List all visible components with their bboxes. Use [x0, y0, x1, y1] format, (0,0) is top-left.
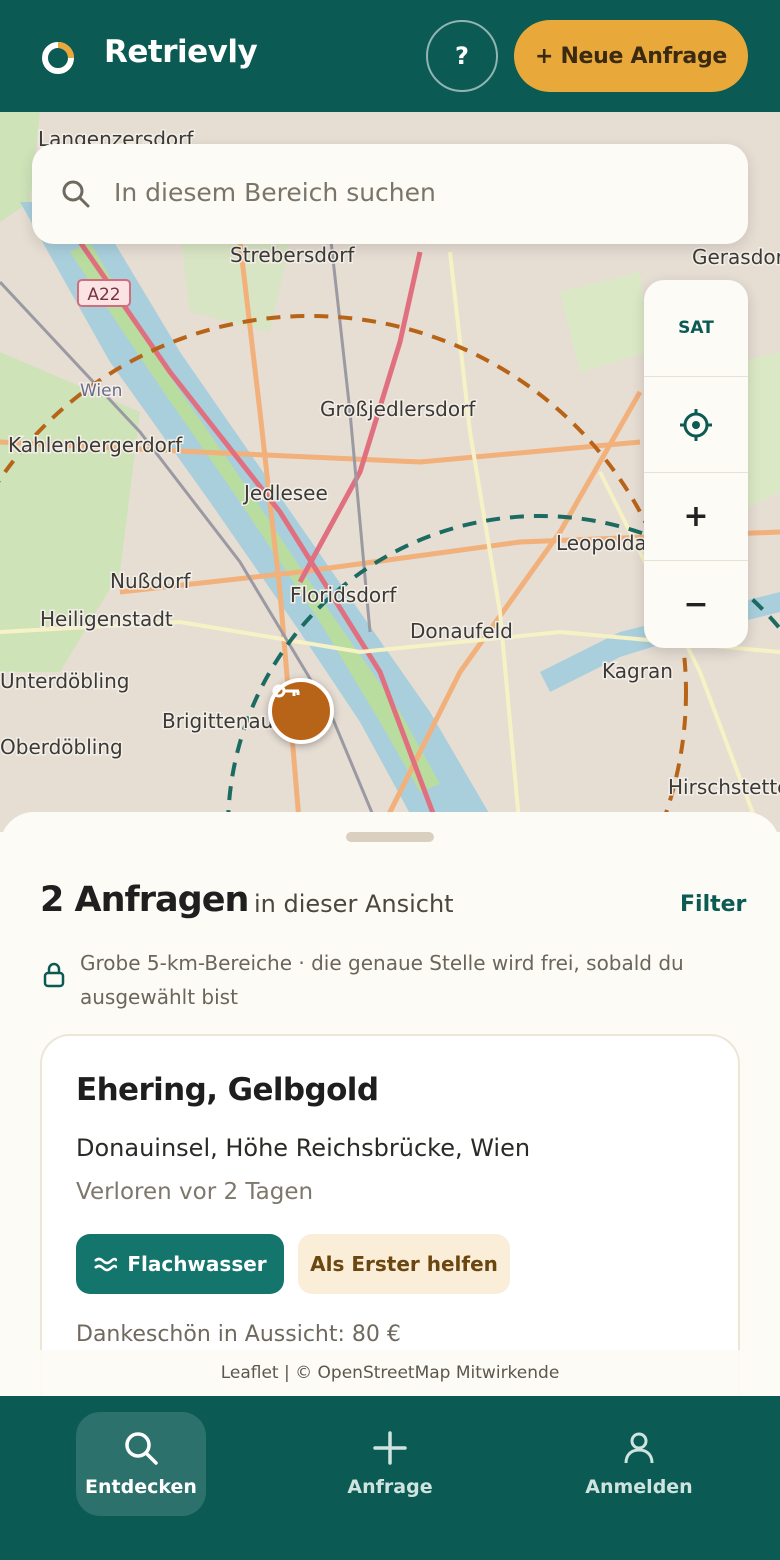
- zoom-in-button[interactable]: +: [644, 473, 748, 561]
- place-label: Unterdöbling: [0, 669, 129, 693]
- place-label: Strebersdorf: [230, 243, 355, 267]
- app-header: Retrievly ? + Neue Anfrage: [0, 0, 780, 112]
- shallow-water-tag: Flachwasser: [76, 1234, 284, 1294]
- place-label: Wien: [80, 381, 122, 401]
- logo-icon: [42, 42, 74, 74]
- user-icon: [624, 1432, 654, 1464]
- crosshair-icon: [680, 408, 712, 441]
- new-request-button[interactable]: + Neue Anfrage: [514, 20, 748, 92]
- shallow-water-label: Flachwasser: [127, 1252, 267, 1276]
- privacy-note: Grobe 5-km-Bereiche · die genaue Stelle …: [80, 951, 684, 1009]
- bottom-navigation: Entdecken Anfrage Anmelden: [0, 1396, 780, 1560]
- place-label: Gerasdorf: [692, 245, 780, 269]
- nav-login-label: Anmelden: [585, 1476, 693, 1498]
- request-location: Donauinsel, Höhe Reichsbrücke, Wien: [76, 1134, 531, 1162]
- filter-button[interactable]: Filter: [680, 892, 746, 917]
- place-label: Hirschstetten: [668, 775, 780, 799]
- key-icon: [272, 684, 300, 698]
- results-count-title: 2 Anfragen: [40, 880, 249, 920]
- request-reward: Dankeschön in Aussicht: 80 €: [76, 1322, 401, 1347]
- place-label: Oberdöbling: [0, 735, 123, 759]
- request-title: Ehering, Gelbgold: [76, 1072, 379, 1108]
- search-input[interactable]: In diesem Bereich suchen: [114, 178, 436, 207]
- lock-icon: [43, 962, 65, 988]
- map-controls: SAT + −: [644, 280, 748, 648]
- place-label: Brigittenau: [162, 709, 273, 733]
- place-label: Heiligenstadt: [40, 607, 173, 631]
- nav-request-label: Anfrage: [347, 1476, 433, 1498]
- sheet-drag-handle[interactable]: [346, 832, 434, 842]
- zoom-out-button[interactable]: −: [644, 561, 748, 648]
- place-label: Großjedlersdorf: [320, 397, 476, 421]
- road-shield-label: A22: [87, 285, 120, 305]
- results-count-subtitle: in dieser Ansicht: [254, 890, 454, 918]
- search-icon: [125, 1432, 158, 1465]
- nav-request[interactable]: Anfrage: [325, 1412, 455, 1516]
- place-label: Jedlesee: [242, 481, 328, 505]
- place-label: Donaufeld: [410, 619, 513, 643]
- nav-discover[interactable]: Entdecken: [76, 1412, 206, 1516]
- help-button[interactable]: ?: [426, 20, 498, 92]
- nav-discover-label: Entdecken: [85, 1476, 197, 1498]
- map-search-bar[interactable]: In diesem Bereich suchen: [32, 144, 748, 244]
- first-helper-tag: Als Erster helfen: [298, 1234, 510, 1294]
- place-label: Kagran: [602, 659, 673, 683]
- locate-me-button[interactable]: [644, 377, 748, 473]
- waves-icon: [94, 1257, 118, 1272]
- nav-login[interactable]: Anmelden: [574, 1412, 704, 1516]
- satellite-toggle-button[interactable]: SAT: [644, 280, 748, 377]
- request-time: Verloren vor 2 Tagen: [76, 1179, 314, 1205]
- map-attribution[interactable]: Leaflet | © OpenStreetMap Mitwirkende: [0, 1350, 780, 1396]
- place-label: Floridsdorf: [290, 583, 397, 607]
- place-label: Kahlenbergerdorf: [8, 433, 183, 457]
- plus-icon: [373, 1431, 407, 1465]
- results-sheet: 2 Anfragen in dieser Ansicht Filter Grob…: [0, 812, 780, 1396]
- place-label: Nußdorf: [110, 569, 191, 593]
- request-marker[interactable]: [268, 678, 334, 744]
- app-name: Retrievly: [104, 34, 258, 70]
- request-card[interactable]: Ehering, Gelbgold Donauinsel, Höhe Reich…: [40, 1034, 740, 1396]
- search-icon: [62, 180, 90, 208]
